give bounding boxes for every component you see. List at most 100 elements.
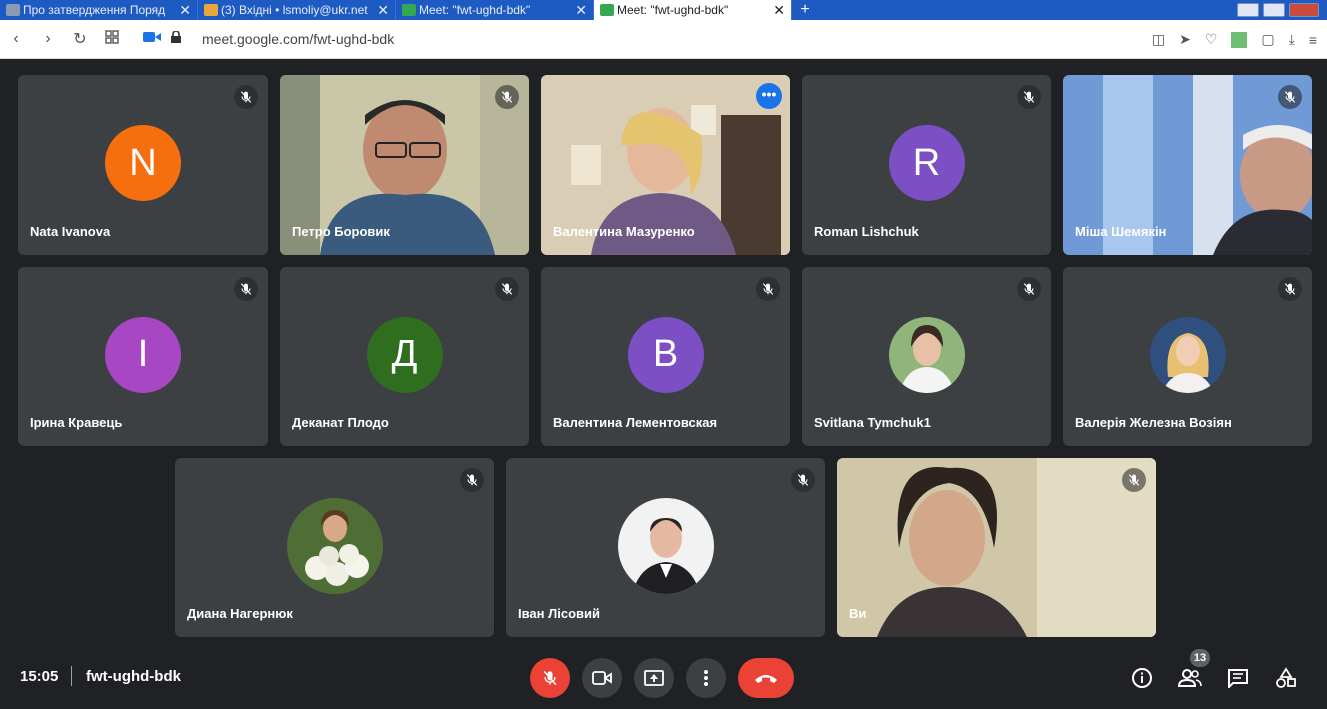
menu-icon[interactable]: ≡	[1309, 32, 1317, 48]
info-icon	[1132, 668, 1152, 688]
mic-off-icon	[540, 668, 560, 688]
participant-tile[interactable]: N Nata Ivanova	[18, 75, 268, 255]
building-icon	[6, 4, 20, 16]
participant-tile[interactable]: B Валентина Лементовская	[541, 267, 790, 446]
present-icon	[644, 670, 664, 686]
avatar	[286, 497, 383, 594]
meeting-details-button[interactable]	[1126, 662, 1158, 694]
participant-tile-active-speaker[interactable]: ••• Валентина Мазуренко	[541, 75, 790, 255]
mic-off-icon	[791, 468, 815, 492]
participant-tile[interactable]: Диана Нагернюк	[175, 458, 494, 637]
heart-icon[interactable]: ♡	[1205, 31, 1218, 48]
new-tab-button[interactable]: +	[792, 0, 818, 20]
avatar: N	[105, 125, 181, 201]
camera-toggle-button[interactable]	[582, 658, 622, 698]
mic-off-icon	[234, 85, 258, 109]
avatar: Д	[366, 316, 443, 393]
url-field[interactable]: meet.google.com/fwt-ughd-bdk	[202, 31, 394, 47]
browser-tab-2[interactable]: (3) Вхідні • lsmoliy@ukr.net ✕	[198, 0, 396, 20]
participant-tile[interactable]: Svitlana Tymchuk1	[802, 267, 1051, 446]
avatar: B	[627, 316, 704, 393]
send-icon[interactable]: ➤	[1179, 31, 1191, 48]
avatar: I	[105, 316, 181, 393]
participant-count-badge: 13	[1190, 649, 1210, 667]
maximize-button[interactable]	[1263, 3, 1285, 17]
mic-off-icon	[495, 277, 519, 301]
browser-tab-4[interactable]: Meet: "fwt-ughd-bdk" ✕	[594, 0, 792, 20]
mic-off-icon	[756, 277, 780, 301]
present-screen-button[interactable]	[634, 658, 674, 698]
participant-tile-self[interactable]: Ви	[837, 458, 1156, 637]
download-icon[interactable]: ⤓	[1289, 31, 1295, 48]
reload-icon[interactable]: ↻	[64, 29, 96, 49]
mic-off-icon	[1278, 85, 1302, 109]
extension-icon[interactable]	[1231, 31, 1248, 48]
mail-icon	[204, 4, 218, 16]
mic-off-icon	[1278, 277, 1302, 301]
participant-tile[interactable]: Міша Шемякін	[1063, 75, 1312, 255]
participant-name: Валентина Мазуренко	[553, 224, 695, 239]
avatar: R	[888, 125, 965, 201]
close-icon[interactable]: ✕	[773, 2, 785, 19]
meeting-time: 15:05	[20, 668, 59, 685]
more-vertical-icon	[704, 670, 708, 686]
participant-tile[interactable]: R Roman Lishchuk	[802, 75, 1051, 255]
participant-name: Ірина Кравець	[30, 415, 123, 430]
browser-tab-strip: Про затвердження Поряд ✕ (3) Вхідні • ls…	[0, 0, 1327, 20]
avatar	[888, 316, 965, 393]
lock-icon[interactable]	[168, 30, 184, 48]
participant-name: Петро Боровик	[292, 224, 390, 239]
participant-name: Валерія Железна Возіян	[1075, 415, 1232, 430]
leave-call-button[interactable]	[738, 658, 794, 698]
camera-icon	[592, 671, 612, 685]
divider	[71, 666, 72, 686]
participant-tile[interactable]: Іван Лісовий	[506, 458, 825, 637]
participant-name: Валентина Лементовская	[553, 415, 718, 430]
meet-icon	[402, 4, 416, 16]
browser-toolbar: ◫ ➤ ♡ ▢ ⤓ ≡	[1152, 20, 1317, 59]
participant-name: Міша Шемякін	[1075, 224, 1167, 239]
activities-button[interactable]	[1270, 662, 1302, 694]
participant-name: Ви	[849, 606, 867, 621]
tabs-grid-icon[interactable]	[96, 29, 128, 49]
snapshot-icon[interactable]: ◫	[1152, 31, 1165, 48]
participant-tile[interactable]: Валерія Железна Возіян	[1063, 267, 1312, 446]
meet-icon	[600, 4, 614, 16]
forward-icon[interactable]: ›	[32, 30, 64, 48]
tab-title: (3) Вхідні • lsmoliy@ukr.net	[221, 3, 368, 17]
participant-name: Nata Ivanova	[30, 224, 111, 239]
mic-off-icon	[460, 468, 484, 492]
more-options-button[interactable]: •••	[756, 83, 782, 109]
browser-tab-3[interactable]: Meet: "fwt-ughd-bdk" ✕	[396, 0, 594, 20]
back-icon[interactable]: ‹	[0, 30, 32, 48]
participant-tile[interactable]: Д Деканат Плодо	[280, 267, 529, 446]
chat-button[interactable]	[1222, 662, 1254, 694]
mic-off-icon	[1122, 468, 1146, 492]
browser-tab-1[interactable]: Про затвердження Поряд ✕	[0, 0, 198, 20]
close-icon[interactable]: ✕	[377, 2, 389, 19]
participant-tile[interactable]: I Ірина Кравець	[18, 267, 268, 446]
mic-toggle-button[interactable]	[530, 658, 570, 698]
mic-off-icon	[495, 85, 519, 109]
meeting-code: fwt-ughd-bdk	[86, 668, 181, 685]
participant-name: Іван Лісовий	[518, 606, 601, 621]
tab-title: Про затвердження Поряд	[23, 3, 166, 17]
avatar	[617, 497, 714, 594]
close-window-button[interactable]	[1289, 3, 1319, 17]
camera-in-use-icon[interactable]	[136, 30, 168, 48]
more-options-button[interactable]	[686, 658, 726, 698]
meeting-controls-bar: 15:05 fwt-ughd-bdk	[0, 646, 1327, 709]
shapes-icon	[1276, 667, 1296, 688]
hang-up-icon	[755, 675, 777, 683]
cube-icon[interactable]: ▢	[1261, 31, 1274, 48]
people-icon	[1178, 669, 1202, 687]
participant-name: Диана Нагернюк	[187, 606, 293, 621]
close-icon[interactable]: ✕	[179, 2, 191, 19]
address-bar: ‹ › ↻ meet.google.com/fwt-ughd-bdk ◫ ➤ ♡…	[0, 20, 1327, 59]
tab-title: Meet: "fwt-ughd-bdk"	[419, 3, 531, 17]
minimize-button[interactable]	[1237, 3, 1259, 17]
mic-off-icon	[1017, 277, 1041, 301]
close-icon[interactable]: ✕	[575, 2, 587, 19]
mic-off-icon	[1017, 85, 1041, 109]
participant-tile[interactable]: Петро Боровик	[280, 75, 529, 255]
